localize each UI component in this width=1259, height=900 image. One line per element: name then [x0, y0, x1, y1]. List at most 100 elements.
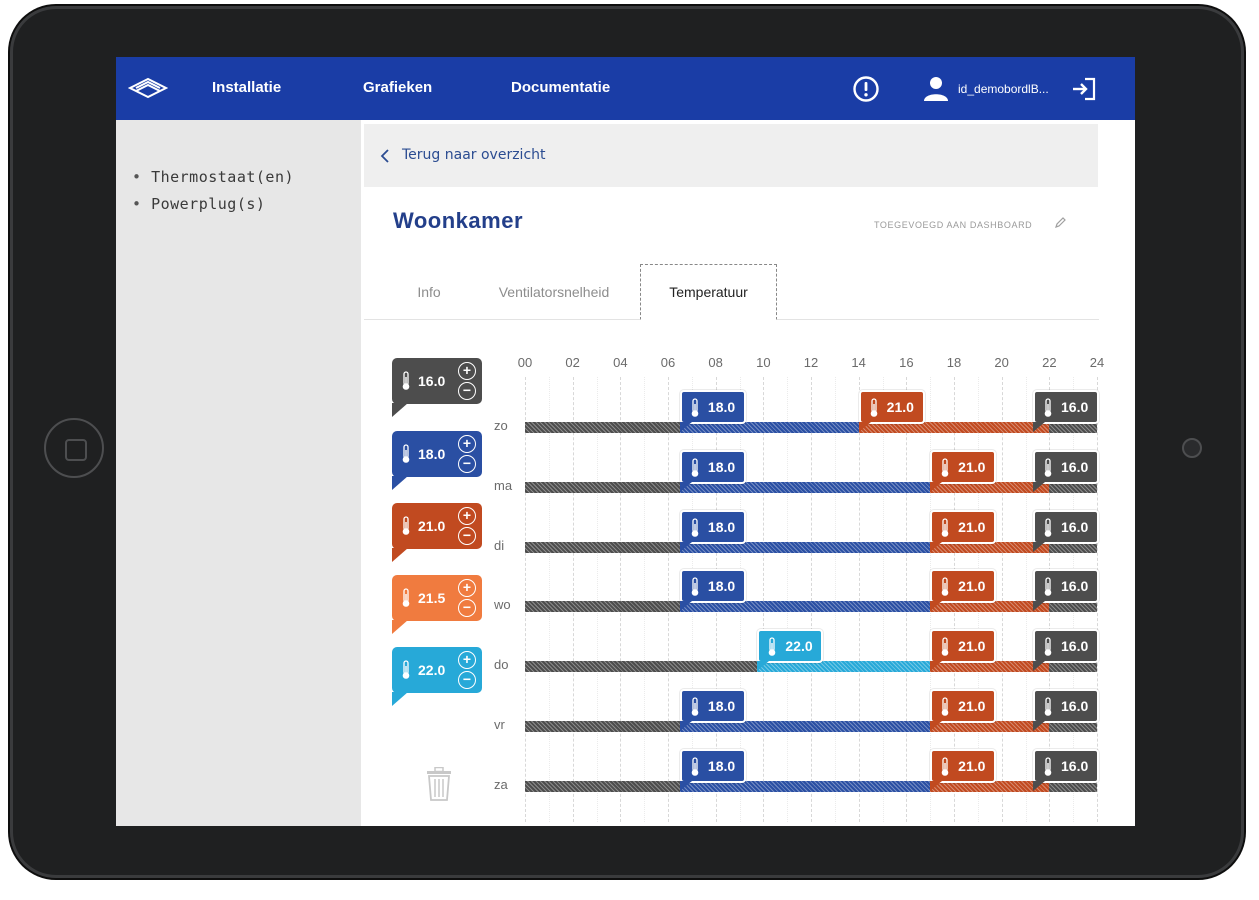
schedule-segment[interactable] — [1049, 601, 1097, 613]
setpoint-marker[interactable]: 21.0 — [930, 509, 997, 552]
thermometer-icon — [691, 398, 699, 417]
user-icon[interactable] — [922, 74, 950, 102]
gridline-minor — [1025, 377, 1027, 822]
thermometer-icon — [1044, 697, 1052, 716]
thermometer-icon — [402, 444, 410, 463]
minus-icon[interactable]: − — [458, 599, 476, 617]
plus-icon[interactable]: + — [458, 579, 476, 597]
day-label: do — [494, 657, 509, 673]
thermometer-icon — [1044, 458, 1052, 477]
minus-icon[interactable]: − — [458, 527, 476, 545]
thermometer-icon — [691, 697, 699, 716]
hour-tick-label: 10 — [756, 355, 771, 370]
setpoint-value: 16.0 — [1061, 638, 1089, 655]
screen: Installatie Grafieken Documentatie id_de… — [116, 57, 1135, 826]
pencil-icon[interactable] — [1054, 217, 1066, 229]
setpoint-marker[interactable]: 18.0 — [679, 509, 746, 552]
home-button[interactable] — [44, 418, 104, 478]
hour-tick-label: 12 — [803, 355, 819, 370]
setpoint-marker[interactable]: 16.0 — [1033, 569, 1099, 612]
plus-icon[interactable]: + — [458, 507, 476, 525]
day-label: ma — [494, 477, 513, 493]
username-label[interactable]: id_demobordlB... — [958, 82, 1049, 96]
setpoint-marker[interactable]: 16.0 — [1033, 509, 1099, 552]
setpoint-marker[interactable]: 21.0 — [930, 449, 997, 492]
sidebar-item-powerplugs[interactable]: Powerplug(s) — [132, 191, 294, 218]
thermometer-icon — [1044, 577, 1052, 597]
schedule-segment[interactable] — [525, 661, 758, 673]
tab-ventilatorsnelheid[interactable]: Ventilatorsnelheid — [479, 264, 629, 320]
logout-icon[interactable] — [1071, 76, 1097, 102]
setpoint-marker[interactable]: 18.0 — [679, 449, 746, 492]
thermometer-icon — [941, 517, 949, 537]
palette-item[interactable]: 18.0 + − — [392, 431, 482, 490]
setpoint-marker[interactable]: 18.0 — [679, 390, 746, 432]
plus-icon[interactable]: + — [458, 435, 476, 453]
schedule-segment[interactable] — [525, 422, 680, 433]
setpoint-marker[interactable]: 21.0 — [930, 748, 997, 791]
setpoint-marker[interactable]: 16.0 — [1033, 748, 1099, 791]
schedule-segment[interactable] — [525, 721, 680, 732]
nav-documentatie[interactable]: Documentatie — [511, 79, 610, 96]
setpoint-value: 21.0 — [958, 458, 986, 475]
gridline — [620, 377, 622, 822]
sidebar-item-thermostaten[interactable]: Thermostaat(en) — [132, 164, 294, 191]
thermometer-icon — [1044, 637, 1052, 656]
setpoint-marker[interactable]: 18.0 — [679, 569, 746, 612]
tab-temperatuur[interactable]: Temperatuur — [640, 264, 777, 320]
setpoint-marker[interactable]: 16.0 — [1033, 629, 1099, 672]
schedule-segment[interactable] — [525, 481, 680, 493]
palette-value: 21.5 — [418, 590, 446, 606]
hour-tick-label: 24 — [1089, 355, 1105, 370]
setpoint-marker[interactable]: 18.0 — [679, 689, 746, 731]
schedule-segment[interactable] — [930, 601, 1050, 613]
setpoint-value: 21.0 — [958, 638, 986, 655]
gridline-minor — [644, 377, 646, 822]
trash-icon[interactable] — [426, 767, 452, 801]
tab-info[interactable]: Info — [394, 264, 464, 320]
minus-icon[interactable]: − — [458, 455, 476, 473]
schedule-segment[interactable] — [679, 601, 931, 613]
setpoint-marker[interactable]: 21.0 — [930, 689, 997, 731]
plus-icon[interactable]: + — [458, 651, 476, 669]
gridline — [572, 377, 574, 822]
gridline-minor — [548, 377, 550, 822]
setpoint-marker[interactable]: 22.0 — [757, 629, 824, 672]
chevron-left-icon[interactable] — [380, 149, 390, 163]
brand-logo-icon[interactable] — [128, 77, 168, 99]
setpoint-marker[interactable]: 16.0 — [1033, 449, 1099, 492]
setpoint-marker[interactable]: 16.0 — [1033, 689, 1099, 731]
thermometer-icon — [402, 516, 410, 535]
thermometer-icon — [870, 398, 877, 417]
minus-icon[interactable]: − — [458, 671, 476, 689]
palette-item[interactable]: 16.0 + − — [392, 358, 482, 417]
dashboard-link[interactable]: TOEGEVOEGD AAN DASHBOARD — [874, 220, 1032, 230]
plus-icon[interactable]: + — [458, 362, 476, 380]
setpoint-value: 16.0 — [1061, 578, 1089, 595]
gridline — [858, 377, 860, 822]
setpoint-marker[interactable]: 21.0 — [930, 569, 997, 612]
alert-circle-icon[interactable] — [852, 75, 880, 103]
schedule-segment[interactable] — [525, 541, 680, 553]
back-to-overview-link[interactable]: Terug naar overzicht — [402, 147, 546, 163]
setpoint-value: 18.0 — [707, 698, 736, 714]
setpoint-marker[interactable]: 18.0 — [679, 748, 746, 791]
schedule-segment[interactable] — [525, 780, 680, 792]
minus-icon[interactable]: − — [458, 382, 476, 400]
nav-installatie[interactable]: Installatie — [212, 79, 281, 96]
thermometer-icon — [1044, 757, 1052, 776]
palette-item[interactable]: 21.5 + − — [392, 575, 482, 634]
hour-tick-label: 22 — [1042, 355, 1057, 370]
hour-tick-label: 08 — [708, 355, 723, 370]
setpoint-marker[interactable]: 16.0 — [1033, 390, 1099, 432]
schedule-segment[interactable] — [525, 601, 680, 613]
palette-item[interactable]: 22.0 + − — [392, 647, 482, 706]
setpoint-marker[interactable]: 21.0 — [858, 390, 925, 432]
gridline — [1001, 377, 1003, 822]
palette-item[interactable]: 21.0 + − — [392, 503, 482, 562]
thermometer-icon — [769, 637, 776, 656]
nav-grafieken[interactable]: Grafieken — [363, 79, 432, 96]
setpoint-value: 18.0 — [707, 458, 736, 475]
setpoint-marker[interactable]: 21.0 — [930, 629, 997, 672]
hour-tick-label: 16 — [899, 355, 914, 370]
